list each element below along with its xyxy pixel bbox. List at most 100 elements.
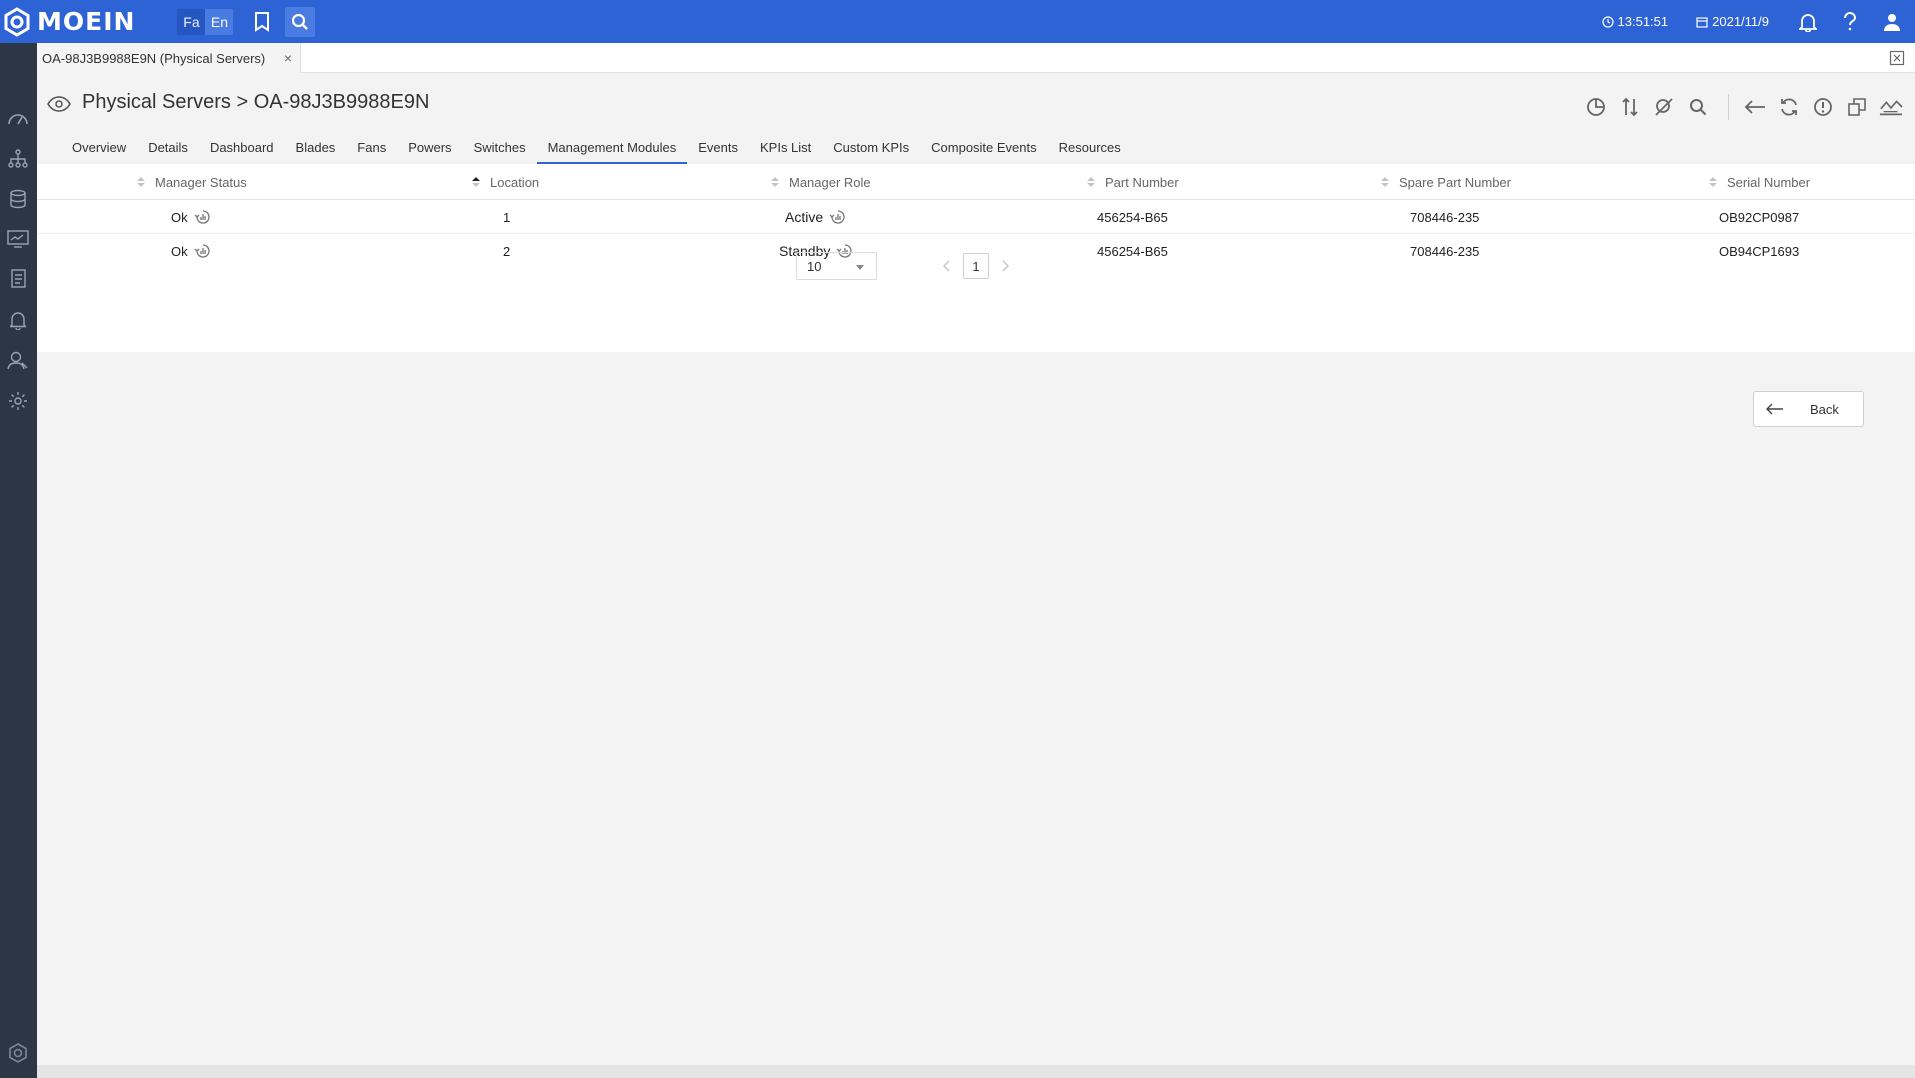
trend-button[interactable] (1879, 95, 1903, 119)
bell-icon (10, 312, 26, 330)
tab-management-modules[interactable]: Management Modules (536, 133, 688, 164)
page-number-button[interactable]: 1 (963, 253, 989, 279)
cell-manager-role: Active (785, 200, 847, 234)
clock-time: 13:51:51 (1617, 14, 1669, 29)
document-tab-strip: OA-98J3B9988E9N (Physical Servers) × (37, 43, 1915, 73)
table-row[interactable]: Ok 1 Active 456254-B65 708446-235 OB92CP… (37, 200, 1915, 234)
brand-name: MOEIN (37, 7, 136, 36)
tab-events[interactable]: Events (687, 133, 749, 164)
column-header-spare-part-number[interactable]: Spare Part Number (1381, 164, 1511, 200)
lang-fa-button[interactable]: Fa (177, 8, 206, 35)
help-icon (1844, 11, 1857, 30)
cell-location: 1 (503, 209, 511, 225)
bookmark-button[interactable] (247, 7, 277, 37)
sidebar-item-topology[interactable] (6, 147, 30, 171)
column-header-location[interactable]: Location (472, 164, 539, 200)
page-size-value: 10 (807, 258, 822, 274)
sort-button[interactable] (1618, 95, 1642, 119)
dashboard-gauge-icon (8, 114, 28, 125)
sort-icon[interactable] (771, 177, 779, 187)
reports-icon (11, 269, 26, 288)
cell-manager-status: Ok (171, 200, 212, 234)
tab-switches[interactable]: Switches (463, 133, 537, 164)
pie-chart-icon (1587, 98, 1605, 116)
page-size-select[interactable]: 10 (796, 252, 877, 280)
sidebar-item-monitoring[interactable] (6, 227, 30, 251)
sidebar (0, 43, 37, 1078)
lang-en-button[interactable]: En (205, 8, 234, 35)
clock-icon (1601, 15, 1614, 28)
monitor-chart-icon (7, 230, 29, 248)
sidebar-brand[interactable] (6, 1041, 30, 1065)
horizontal-scrollbar[interactable] (37, 1065, 1915, 1078)
bell-icon (1799, 13, 1817, 32)
global-search-button[interactable] (285, 6, 316, 37)
close-all-tabs-icon[interactable] (1889, 50, 1905, 66)
sidebar-item-dashboard[interactable] (6, 106, 30, 130)
column-header-manager-role[interactable]: Manager Role (771, 164, 871, 200)
bookmark-icon (255, 11, 270, 32)
refresh-button[interactable] (1777, 95, 1801, 119)
tab-fans[interactable]: Fans (346, 133, 397, 164)
sidebar-item-settings[interactable] (6, 389, 30, 413)
chart-button[interactable] (1584, 95, 1608, 119)
page-toolbar (1584, 94, 1915, 120)
sort-icon (1622, 97, 1638, 117)
history-chart-icon[interactable] (194, 208, 212, 226)
tab-custom-kpis[interactable]: Custom KPIs (822, 133, 920, 164)
copy-button[interactable] (1845, 95, 1869, 119)
calendar: 2021/11/9 (1696, 14, 1769, 29)
main-panel: Physical Servers > OA-98J3B9988E9N Overv… (37, 74, 1915, 352)
calendar-icon (1696, 16, 1708, 28)
prev-page-button[interactable] (934, 253, 960, 279)
tab-details[interactable]: Details (137, 133, 199, 164)
eye-icon[interactable] (47, 96, 71, 112)
tab-kpis-list[interactable]: KPIs List (749, 133, 822, 164)
user-menu-button[interactable] (1881, 11, 1903, 33)
sidebar-item-alarms[interactable] (6, 308, 30, 332)
column-header-serial-number[interactable]: Serial Number (1709, 164, 1810, 200)
next-page-button[interactable] (992, 253, 1018, 279)
copy-icon (1848, 98, 1866, 116)
notifications-button[interactable] (1797, 11, 1819, 33)
sidebar-item-reports[interactable] (6, 267, 30, 291)
tab-blades[interactable]: Blades (285, 133, 347, 164)
tab-composite-events[interactable]: Composite Events (920, 133, 1048, 164)
sort-icon[interactable] (1709, 177, 1717, 187)
alarm-off-button[interactable] (1652, 95, 1676, 119)
info-icon (1814, 98, 1832, 116)
tab-dashboard[interactable]: Dashboard (199, 133, 285, 164)
trend-icon (1879, 100, 1903, 116)
sort-icon[interactable] (1381, 177, 1389, 187)
tab-overview[interactable]: Overview (61, 133, 137, 164)
brand-logo[interactable]: MOEIN (0, 0, 135, 43)
topology-icon (8, 149, 28, 168)
sidebar-item-database[interactable] (6, 187, 30, 211)
history-chart-icon[interactable] (829, 208, 847, 226)
search-icon (1690, 99, 1707, 116)
language-switch: Fa En (177, 8, 234, 35)
column-header-manager-status[interactable]: Manager Status (137, 164, 247, 200)
brand-logo-icon (4, 6, 30, 37)
sidebar-item-users[interactable] (6, 349, 30, 373)
sort-icon[interactable] (137, 177, 145, 187)
tab-resources[interactable]: Resources (1048, 133, 1132, 164)
users-icon (7, 351, 28, 370)
column-header-part-number[interactable]: Part Number (1087, 164, 1179, 200)
tab-powers[interactable]: Powers (397, 133, 462, 164)
sort-icon[interactable] (1087, 177, 1095, 187)
back-button[interactable]: Back (1753, 391, 1864, 427)
help-button[interactable] (1839, 11, 1861, 33)
search-button[interactable] (1686, 95, 1710, 119)
document-tab[interactable]: OA-98J3B9988E9N (Physical Servers) × (37, 43, 301, 73)
back-arrow-icon (1766, 403, 1783, 415)
chevron-left-icon (943, 260, 950, 272)
info-button[interactable] (1811, 95, 1835, 119)
sort-icon[interactable] (472, 177, 480, 187)
pagination: 10 1 (37, 252, 1915, 282)
back-arrow-button[interactable] (1743, 95, 1767, 119)
brand-logo-icon (9, 1043, 27, 1063)
calendar-date: 2021/11/9 (1712, 14, 1769, 29)
database-icon (10, 189, 26, 209)
close-icon[interactable]: × (284, 50, 292, 66)
